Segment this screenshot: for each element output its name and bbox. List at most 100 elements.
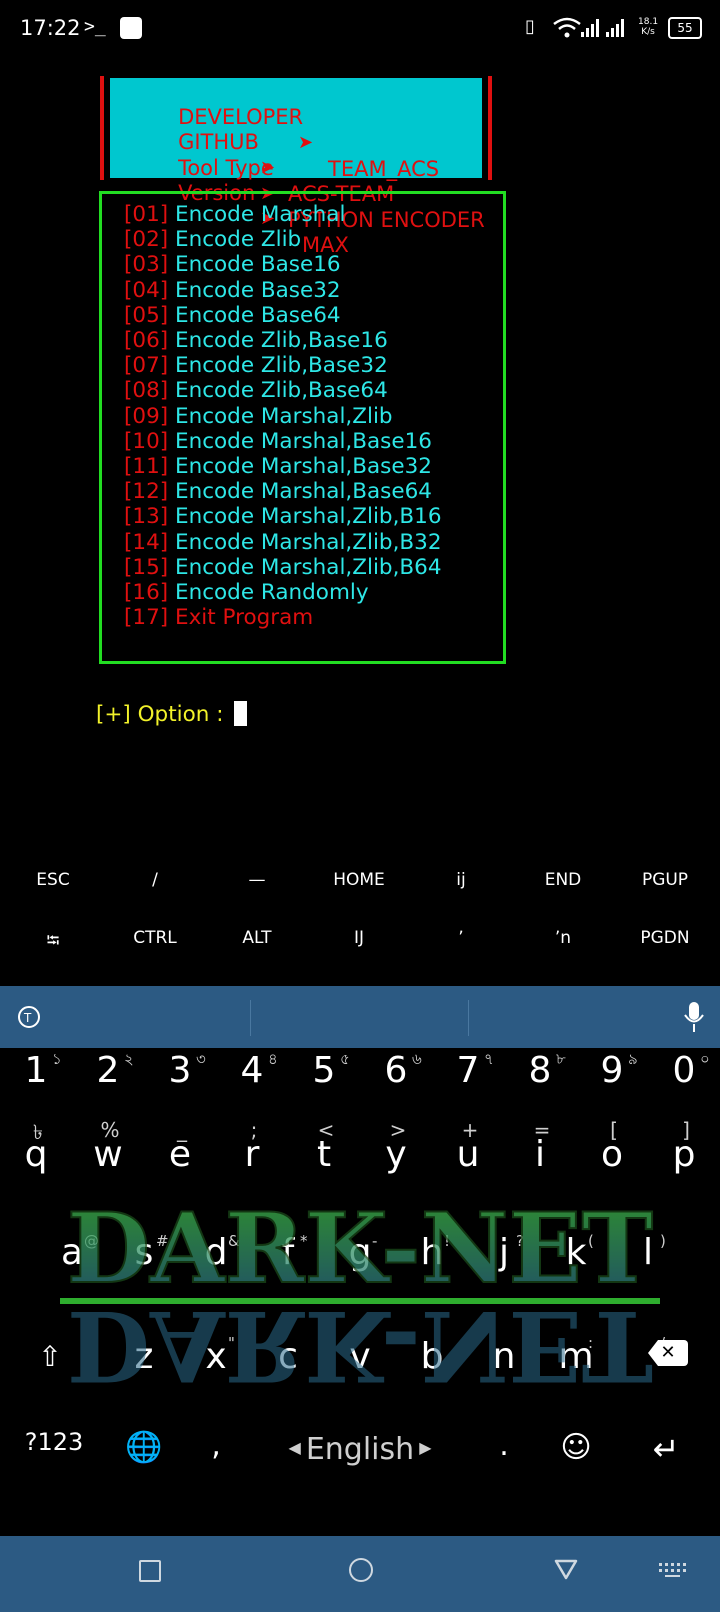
menu-item-number: 11 — [132, 454, 160, 479]
extra-key[interactable]: END — [512, 870, 614, 890]
letter-key[interactable]: c — [252, 1336, 324, 1377]
extra-key[interactable]: — — [206, 870, 308, 890]
extra-key[interactable]: ALT — [206, 928, 308, 948]
backspace-icon[interactable]: ✕ — [648, 1340, 688, 1366]
bracket-close: ] — [159, 252, 169, 278]
menu-item: [17] Exit Program — [124, 605, 313, 631]
letter-key[interactable]: z — [108, 1336, 180, 1377]
menu-item-number: 07 — [132, 353, 160, 379]
suggestion-bar: T — [0, 986, 720, 1048]
extra-key[interactable]: IJ — [308, 928, 410, 948]
right-arrow-icon: ▶ — [414, 1438, 432, 1457]
letter-key[interactable]: r — [216, 1134, 288, 1175]
suggestion-separator — [468, 1000, 469, 1036]
extra-key[interactable]: CTRL — [104, 928, 206, 948]
banner-value: TEAM_ACS — [328, 157, 440, 181]
bracket-close: ] — [159, 403, 169, 429]
space-key[interactable]: ◀ English ▶ — [270, 1432, 450, 1467]
letter-key[interactable]: j — [468, 1232, 540, 1273]
emoji-icon[interactable]: ☺ — [540, 1430, 612, 1465]
letter-key[interactable]: q — [0, 1134, 72, 1175]
letter-key[interactable]: f — [252, 1232, 324, 1273]
period-key[interactable]: . — [468, 1428, 540, 1463]
menu-item-number: 03 — [132, 252, 160, 278]
key-hint: ৯ — [628, 1050, 638, 1068]
shift-key-icon[interactable]: ⇧ — [14, 1340, 86, 1373]
bracket-close: ] — [159, 328, 169, 353]
menu-item-number: 16 — [132, 580, 160, 605]
menu-item-label: Encode Marshal,Zlib,B16 — [174, 504, 442, 530]
key-hint: ১ — [52, 1050, 62, 1068]
extra-key[interactable]: ij — [410, 870, 512, 890]
menu-item-label: Encode Zlib,Base16 — [174, 328, 388, 353]
extra-key[interactable]: PGUP — [614, 870, 716, 890]
letter-key[interactable]: e — [144, 1134, 216, 1175]
letter-key[interactable]: i — [504, 1134, 576, 1175]
recent-apps-button[interactable] — [139, 1560, 161, 1582]
keyboard-hide-icon[interactable] — [658, 1562, 686, 1578]
menu-item: [10] Encode Marshal,Base16 — [124, 429, 432, 455]
extra-key[interactable]: ʼn — [512, 928, 614, 948]
letter-key[interactable]: d — [180, 1232, 252, 1273]
bracket-close: ] — [159, 529, 169, 555]
bracket-close: ] — [159, 302, 169, 328]
menu-item: [04] Encode Base32 — [124, 278, 341, 304]
home-button[interactable] — [349, 1558, 373, 1582]
enter-icon[interactable]: ↵ — [630, 1430, 702, 1468]
extra-key[interactable]: PGDN — [614, 928, 716, 948]
back-button[interactable] — [554, 1558, 578, 1580]
letter-key[interactable]: k — [540, 1232, 612, 1273]
navigation-bar — [0, 1536, 720, 1612]
letter-key[interactable]: b — [396, 1336, 468, 1377]
bracket-close: ] — [159, 378, 169, 404]
extra-key[interactable]: ESC — [2, 870, 104, 890]
letter-key[interactable]: l — [612, 1232, 684, 1273]
menu-item-number: 02 — [132, 227, 160, 253]
letter-key[interactable]: x — [180, 1336, 252, 1377]
menu-item-label: Encode Base16 — [174, 252, 341, 278]
letter-key[interactable]: u — [432, 1134, 504, 1175]
menu-item-number: 09 — [132, 403, 160, 429]
letter-key[interactable]: p — [648, 1134, 720, 1175]
letter-key[interactable]: g — [324, 1232, 396, 1273]
letter-key[interactable]: t — [288, 1134, 360, 1175]
letter-key[interactable]: m — [540, 1336, 612, 1377]
letter-key[interactable]: a — [36, 1232, 108, 1273]
extra-key[interactable]: ʼ — [410, 928, 512, 948]
menu-item-number: 17 — [132, 605, 160, 631]
extra-key[interactable]: / — [104, 870, 206, 890]
menu-item-label: Exit Program — [174, 605, 314, 631]
menu-item-number: 10 — [132, 428, 160, 454]
letter-key[interactable]: s — [108, 1232, 180, 1273]
letter-key[interactable]: v — [324, 1336, 396, 1377]
vibrate-icon: ▯ — [525, 16, 535, 37]
menu-item-label: Encode Zlib,Base64 — [174, 378, 388, 404]
menu-item-label: Encode Randomly — [174, 580, 369, 605]
bracket-close: ] — [159, 479, 169, 505]
symbols-key[interactable]: ?123 — [16, 1428, 92, 1456]
extra-key[interactable]: ⭾ — [2, 928, 104, 957]
menu-item-number: 15 — [132, 554, 160, 580]
bracket-close: ] — [159, 428, 169, 454]
letter-key[interactable]: w — [72, 1134, 144, 1175]
letter-key[interactable]: h — [396, 1232, 468, 1273]
letter-key[interactable]: o — [576, 1134, 648, 1175]
key-hint: ৭ — [484, 1050, 494, 1068]
menu-item: [07] Encode Zlib,Base32 — [124, 353, 388, 379]
microphone-icon[interactable] — [682, 1000, 706, 1034]
menu-item: [03] Encode Base16 — [124, 252, 341, 278]
encode-menu: [01] Encode Marshal [02] Encode Zlib [03] … — [99, 191, 506, 664]
bracket-close: ] — [159, 277, 169, 303]
bracket-close: ] — [159, 227, 169, 253]
status-time: 17:22 — [20, 16, 81, 40]
letter-key[interactable]: y — [360, 1134, 432, 1175]
menu-item-label: Encode Base64 — [174, 302, 341, 328]
extra-key[interactable]: HOME — [308, 870, 410, 890]
translate-icon[interactable]: T — [16, 1004, 42, 1030]
bracket-close: ] — [159, 202, 169, 227]
notification-square-icon — [120, 17, 142, 39]
option-prompt[interactable]: [+] Option : — [96, 701, 248, 727]
letter-key[interactable]: n — [468, 1336, 540, 1377]
comma-key[interactable]: , — [180, 1428, 252, 1463]
globe-icon[interactable]: 🌐 — [108, 1430, 180, 1465]
